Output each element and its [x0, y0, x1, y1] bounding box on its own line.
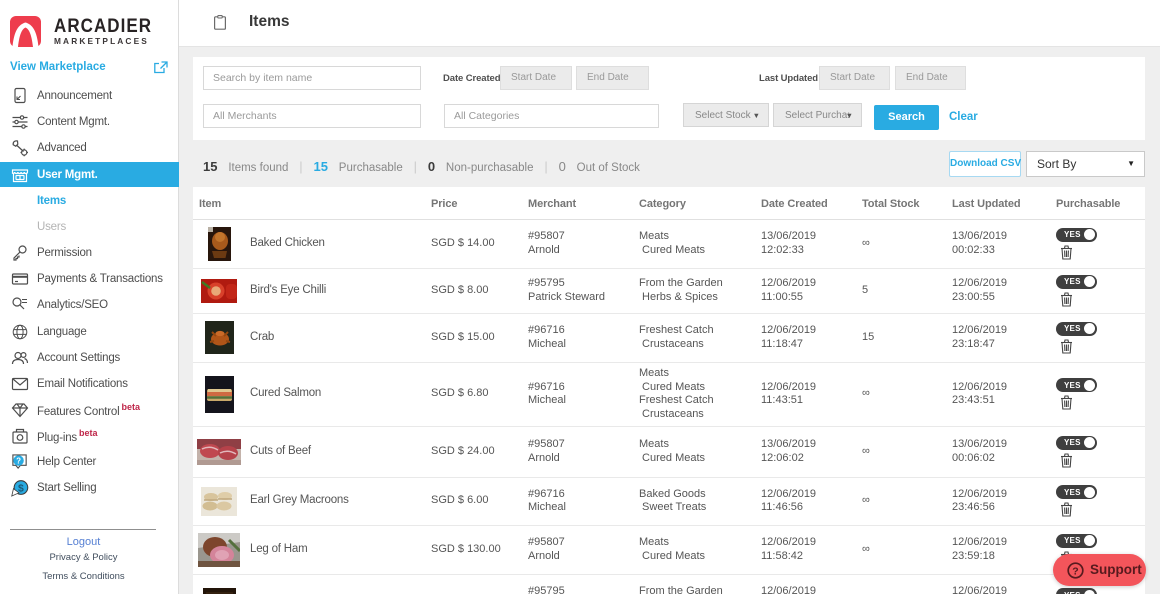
- svg-text:?: ?: [16, 456, 21, 465]
- svg-text:?: ?: [1072, 565, 1078, 577]
